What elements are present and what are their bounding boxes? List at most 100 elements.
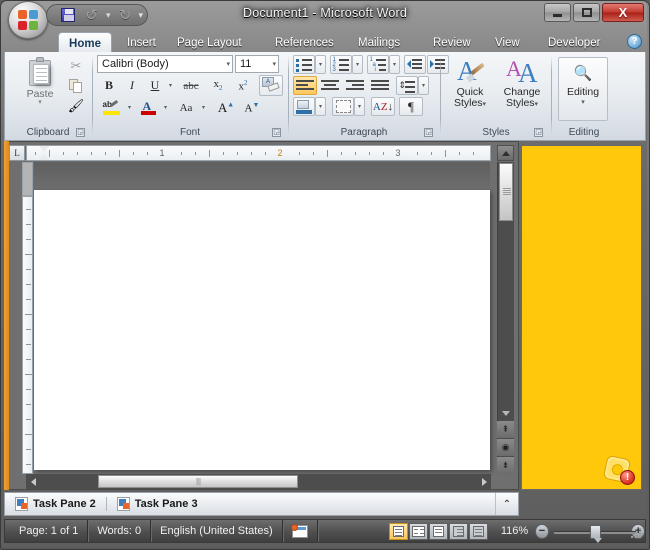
tab-view[interactable]: View — [485, 32, 530, 53]
numbering-button[interactable]: 123 — [330, 55, 352, 74]
font-name-combo[interactable]: Calibri (Body) ▾ — [97, 55, 233, 73]
zoom-slider-handle[interactable] — [589, 524, 602, 543]
grow-font-button[interactable]: A▲ — [214, 98, 238, 117]
clipboard-dialog-launcher[interactable]: ◲ — [76, 128, 85, 137]
zoom-slider[interactable] — [553, 524, 636, 543]
decrease-indent-button[interactable] — [404, 55, 426, 74]
tab-references[interactable]: References — [265, 32, 344, 53]
view-full-screen-reading-button[interactable] — [408, 522, 428, 540]
save-button[interactable] — [57, 6, 78, 24]
change-styles-button[interactable]: A A Change Styles▾ — [495, 54, 549, 120]
styles-dialog-launcher[interactable]: ◲ — [534, 128, 543, 137]
italic-button[interactable]: I — [122, 76, 142, 95]
underline-button[interactable]: U — [145, 76, 165, 95]
close-button[interactable]: X — [602, 3, 644, 22]
tab-stop-selector[interactable]: L — [9, 145, 25, 161]
highlight-dropdown[interactable]: ▾ — [124, 98, 135, 117]
align-right-button[interactable] — [343, 76, 367, 95]
text-highlight-button[interactable]: ab — [99, 98, 123, 117]
borders-button[interactable] — [332, 97, 354, 116]
browse-previous-button[interactable]: ⇞ — [497, 421, 514, 438]
task-pane-tab-3[interactable]: Task Pane 3 — [107, 493, 208, 515]
font-color-dropdown[interactable]: ▾ — [160, 98, 171, 117]
tab-home[interactable]: Home — [58, 32, 112, 54]
font-size-combo[interactable]: 11 ▾ — [235, 55, 279, 73]
task-pane-collapse-button[interactable]: ⌃ — [495, 493, 518, 515]
font-dialog-launcher[interactable]: ◲ — [272, 128, 281, 137]
zoom-out-button[interactable]: − — [535, 523, 549, 539]
resize-grip[interactable] — [631, 528, 642, 539]
multilevel-list-button[interactable]: 1ai — [367, 55, 389, 74]
strikethrough-button[interactable]: abc — [178, 76, 204, 95]
shading-button[interactable] — [293, 97, 315, 116]
paste-arrow[interactable]: ▾ — [38, 99, 42, 106]
help-icon[interactable]: ? — [627, 34, 642, 49]
status-page[interactable]: Page: 1 of 1 — [5, 520, 89, 542]
side-task-pane[interactable]: ! — [521, 145, 642, 490]
change-case-button[interactable]: Aa — [174, 98, 198, 117]
status-language[interactable]: English (United States) — [151, 520, 283, 542]
vertical-ruler[interactable] — [22, 196, 33, 474]
shrink-font-button[interactable]: A▼ — [240, 98, 264, 117]
gear-alert-indicator[interactable]: ! — [602, 454, 635, 485]
line-spacing-dropdown[interactable]: ▾ — [418, 76, 429, 95]
minimize-button[interactable] — [544, 3, 571, 22]
align-center-button[interactable] — [318, 76, 342, 95]
status-proofing[interactable] — [283, 520, 318, 542]
underline-dropdown[interactable]: ▾ — [165, 76, 176, 95]
tab-insert[interactable]: Insert — [117, 32, 166, 53]
scroll-right-button[interactable] — [477, 474, 491, 489]
view-draft-button[interactable] — [468, 522, 488, 540]
font-size-arrow[interactable]: ▾ — [269, 60, 276, 68]
view-web-layout-button[interactable] — [428, 522, 448, 540]
document-page[interactable] — [34, 190, 490, 470]
bold-button[interactable]: B — [99, 76, 119, 95]
redo-button[interactable]: ↻ — [115, 6, 136, 24]
borders-dropdown[interactable]: ▾ — [354, 97, 365, 116]
bullets-button[interactable] — [293, 55, 315, 74]
horizontal-scrollbar[interactable]: |||| — [26, 474, 491, 489]
change-case-dropdown[interactable]: ▾ — [198, 98, 209, 117]
select-browse-object-button[interactable]: ◉ — [497, 439, 514, 456]
tab-mailings[interactable]: Mailings — [348, 32, 410, 53]
scroll-down-button[interactable] — [497, 406, 514, 420]
numbering-dropdown[interactable]: ▾ — [352, 55, 363, 74]
copy-button[interactable] — [63, 76, 89, 96]
task-pane-tab-2[interactable]: Task Pane 2 — [5, 493, 106, 515]
quick-styles-button[interactable]: A Quick Styles▾ — [443, 54, 497, 120]
line-spacing-button[interactable]: ⇕ — [396, 76, 418, 95]
scroll-left-button[interactable] — [26, 474, 40, 489]
paste-button[interactable]: Paste ▾ — [17, 56, 63, 118]
bullets-dropdown[interactable]: ▾ — [315, 55, 326, 74]
font-name-arrow[interactable]: ▾ — [223, 60, 230, 68]
indent-markers[interactable] — [39, 146, 49, 160]
multilevel-list-dropdown[interactable]: ▾ — [389, 55, 400, 74]
shading-dropdown[interactable]: ▾ — [315, 97, 326, 116]
tab-developer[interactable]: Developer — [538, 32, 610, 53]
editing-arrow[interactable]: ▾ — [581, 98, 585, 106]
view-print-layout-button[interactable] — [388, 522, 408, 540]
align-left-button[interactable] — [293, 76, 317, 95]
clear-formatting-button[interactable]: A — [259, 75, 283, 96]
view-outline-button[interactable] — [448, 522, 468, 540]
paragraph-dialog-launcher[interactable]: ◲ — [424, 128, 433, 137]
horizontal-scrollbar-thumb[interactable]: |||| — [98, 475, 298, 488]
undo-button[interactable]: ↺ — [81, 6, 102, 24]
sort-button[interactable]: AZ↓ — [371, 97, 395, 116]
status-words[interactable]: Words: 0 — [88, 520, 152, 542]
editing-button[interactable]: 🔍 Editing ▾ — [558, 57, 608, 121]
tab-page-layout[interactable]: Page Layout — [167, 32, 252, 53]
tab-review[interactable]: Review — [423, 32, 481, 53]
undo-dropdown[interactable]: ▾ — [105, 10, 112, 21]
font-color-button[interactable]: A — [137, 98, 159, 117]
justify-button[interactable] — [368, 76, 392, 95]
vertical-scrollbar-thumb[interactable] — [499, 163, 513, 221]
scroll-up-button[interactable] — [497, 145, 514, 161]
customize-qat-button[interactable]: ▾ — [139, 10, 144, 21]
format-painter-button[interactable]: 🖌 — [63, 96, 89, 116]
show-formatting-marks-button[interactable]: ¶ — [399, 97, 423, 116]
horizontal-ruler[interactable]: 1 2 3 — [26, 145, 491, 161]
restore-button[interactable] — [573, 3, 600, 22]
subscript-button[interactable]: x2 — [206, 76, 230, 95]
browse-next-button[interactable]: ⇟ — [497, 457, 514, 474]
